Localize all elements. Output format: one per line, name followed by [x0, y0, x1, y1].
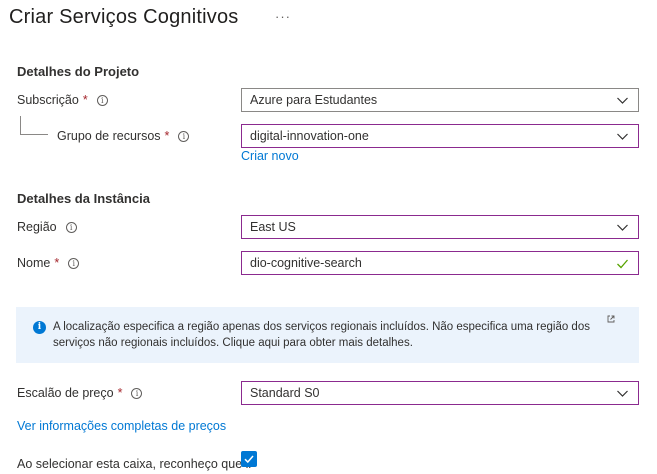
resource-group-dropdown[interactable]: digital-innovation-one [241, 124, 639, 148]
name-value: dio-cognitive-search [250, 256, 362, 270]
checkmark-icon [244, 455, 254, 464]
region-dropdown[interactable]: East US [241, 215, 639, 239]
pricing-details-link[interactable]: Ver informações completas de preços [17, 419, 226, 433]
name-input[interactable]: dio-cognitive-search [241, 251, 639, 275]
name-label-text: Nome [17, 256, 51, 270]
subscription-label-text: Subscrição [17, 93, 79, 107]
resource-group-value: digital-innovation-one [250, 129, 369, 143]
required-asterisk: * [164, 129, 170, 143]
region-label-text: Região [17, 220, 57, 234]
resource-group-label: Grupo de recursos * i [57, 129, 190, 143]
resource-group-label-text: Grupo de recursos [57, 129, 161, 143]
info-icon[interactable]: i [65, 221, 77, 233]
subscription-value: Azure para Estudantes [250, 93, 378, 107]
pricing-label-text: Escalão de preço [17, 386, 114, 400]
info-icon[interactable]: i [178, 130, 190, 142]
required-asterisk: * [117, 386, 123, 400]
info-message-text[interactable]: A localização especifica a região apenas… [53, 319, 623, 351]
pricing-tier-value: Standard S0 [250, 386, 320, 400]
pricing-label: Escalão de preço * i [17, 386, 143, 400]
subscription-label: Subscrição * i [17, 93, 108, 107]
info-message-box: i A localização especifica a região apen… [16, 307, 639, 363]
info-circle-icon: i [33, 321, 46, 334]
tree-connector-vertical [20, 116, 21, 135]
required-asterisk: * [82, 93, 88, 107]
region-label: Região i [17, 220, 77, 234]
info-icon[interactable]: i [96, 94, 108, 106]
tree-connector-horizontal [20, 134, 48, 135]
create-new-link[interactable]: Criar novo [241, 149, 299, 163]
info-icon[interactable]: i [131, 387, 143, 399]
external-link-icon[interactable] [607, 315, 615, 323]
chevron-down-icon [617, 390, 628, 397]
page-title: Criar Serviços Cognitivos [9, 6, 239, 28]
pricing-tier-dropdown[interactable]: Standard S0 [241, 381, 639, 405]
more-ellipsis-icon[interactable]: ··· [275, 9, 291, 24]
chevron-down-icon [617, 97, 628, 104]
section-instance-title: Detalhes da Instância [17, 191, 150, 206]
checkmark-icon [617, 259, 628, 269]
chevron-down-icon [617, 224, 628, 231]
required-asterisk: * [54, 256, 60, 270]
info-icon[interactable]: i [68, 257, 80, 269]
region-value: East US [250, 220, 296, 234]
subscription-dropdown[interactable]: Azure para Estudantes [241, 88, 639, 112]
name-label: Nome * i [17, 256, 80, 270]
section-project-title: Detalhes do Projeto [17, 64, 140, 79]
acknowledge-checkbox[interactable] [241, 451, 257, 467]
acknowledge-text: Ao selecionar esta caixa, reconheço que … [17, 457, 252, 471]
chevron-down-icon [617, 133, 628, 140]
